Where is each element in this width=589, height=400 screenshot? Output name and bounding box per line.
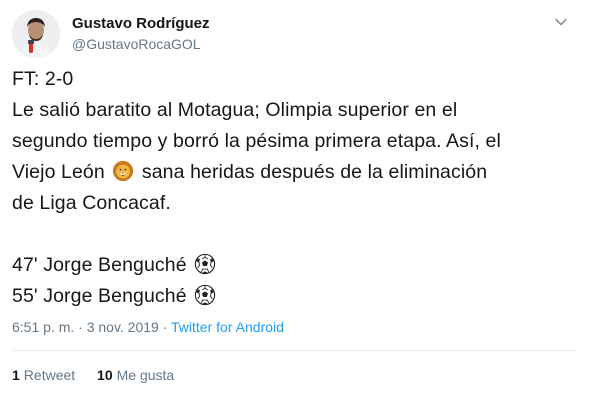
tweet-line-part: Viejo León xyxy=(12,161,105,183)
author-handle[interactable]: @GustavoRocaGOL xyxy=(72,34,210,54)
tweet-card: Gustavo Rodríguez @GustavoRocaGOL FT: 2-… xyxy=(0,0,589,400)
tweet-line-part: sana heridas después de la eliminación xyxy=(141,161,488,183)
retweets-count: 1 xyxy=(12,367,20,383)
soccer-ball-icon xyxy=(195,253,216,275)
tweet-line: Le salió baratito al Motagua; Olimpia su… xyxy=(12,99,458,121)
tweet-source-link[interactable]: Twitter for Android xyxy=(171,319,284,335)
tweet-line: segundo tiempo y borró la pésima primera… xyxy=(12,130,501,152)
avatar[interactable] xyxy=(12,10,60,58)
likes-label: Me gusta xyxy=(116,367,175,383)
tweet-metadata: 6:51 p. m. · 3 nov. 2019 · Twitter for A… xyxy=(12,317,284,337)
tweet-stats: 1 Retweet 10 Me gusta xyxy=(12,365,192,385)
goal-text: 47' Jorge Benguché xyxy=(12,254,187,276)
tweet-text: FT: 2-0 Le salió baratito al Motagua; Ol… xyxy=(12,64,577,312)
retweets-label: Retweet xyxy=(23,367,76,383)
tweet-line: FT: 2-0 xyxy=(12,68,74,90)
likes-count: 10 xyxy=(97,367,113,383)
tweet-timestamp[interactable]: 6:51 p. m. · 3 nov. 2019 · xyxy=(12,319,171,335)
goal-line: 47' Jorge Benguché xyxy=(12,250,577,281)
likes-stat[interactable]: 10 Me gusta xyxy=(97,365,174,385)
author-names: Gustavo Rodríguez @GustavoRocaGOL xyxy=(72,14,210,54)
tweet-header: Gustavo Rodríguez @GustavoRocaGOL xyxy=(12,8,577,58)
goal-text: 55' Jorge Benguché xyxy=(12,285,187,307)
soccer-ball-icon xyxy=(195,284,216,306)
author-display-name[interactable]: Gustavo Rodríguez xyxy=(72,14,210,34)
tweet-line-with-emoji: Viejo León sana heridas después de la el… xyxy=(12,157,577,188)
retweets-stat[interactable]: 1 Retweet xyxy=(12,365,75,385)
goal-line: 55' Jorge Benguché xyxy=(12,281,577,312)
tweet-line: de Liga Concacaf. xyxy=(12,192,171,214)
divider xyxy=(12,350,577,351)
chevron-down-icon[interactable] xyxy=(553,14,569,30)
lion-face-icon xyxy=(113,160,134,182)
avatar-photo-icon xyxy=(12,10,60,58)
